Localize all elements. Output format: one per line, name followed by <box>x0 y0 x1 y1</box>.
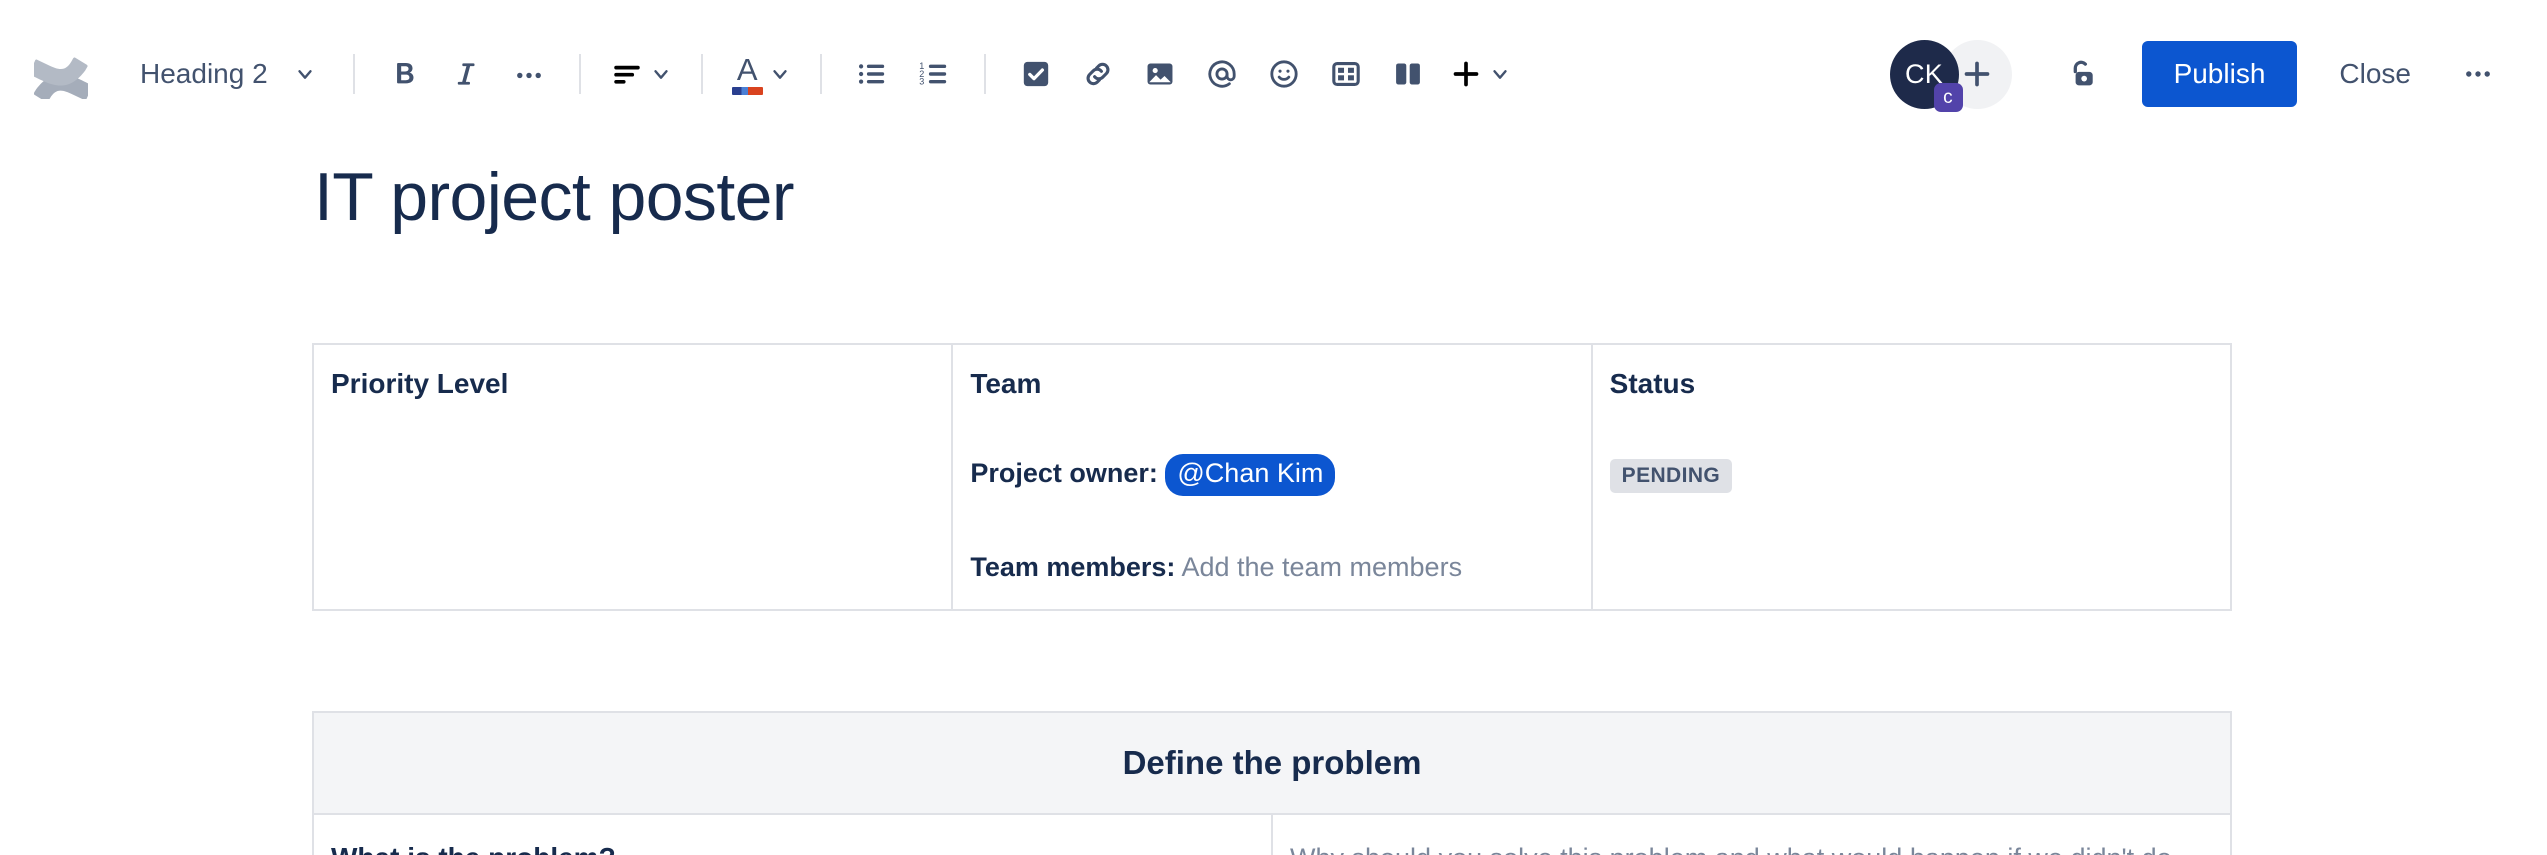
unlock-padlock-icon <box>2063 56 2099 92</box>
bold-button[interactable] <box>374 43 436 105</box>
text-color-icon: A <box>732 54 763 95</box>
italic-button[interactable] <box>436 43 498 105</box>
mention-chip[interactable]: @Chan Kim <box>1165 454 1335 496</box>
define-the-problem-table: Define the problem What is the problem? … <box>312 711 2232 855</box>
chevron-down-icon <box>650 63 672 85</box>
text-align-left-icon <box>610 57 644 91</box>
at-mention-icon <box>1205 57 1239 91</box>
question-cell[interactable]: What is the problem? <box>313 814 1272 855</box>
numbered-list-icon: 123 <box>917 57 951 91</box>
text-color-letter: A <box>737 54 758 85</box>
text-color-swatch <box>732 87 763 95</box>
svg-text:3: 3 <box>919 76 924 86</box>
bullet-list-button[interactable] <box>841 43 903 105</box>
publish-button[interactable]: Publish <box>2142 41 2298 107</box>
ellipsis-icon <box>2461 57 2495 91</box>
text-color-button[interactable]: A <box>722 43 801 105</box>
team-members-label: Team members: <box>970 552 1175 582</box>
block-type-select[interactable]: Heading 2 <box>122 43 330 105</box>
block-type-label: Heading 2 <box>140 60 268 88</box>
chevron-down-icon <box>1489 63 1511 85</box>
more-formatting-button[interactable] <box>498 43 560 105</box>
bold-icon <box>388 57 422 91</box>
table-row: Priority Level Team Project owner: @Chan… <box>313 344 2231 610</box>
status-heading: Status <box>1610 366 2213 402</box>
plus-icon <box>1449 57 1483 91</box>
link-icon <box>1081 57 1115 91</box>
chevron-down-icon <box>294 63 316 85</box>
mention-button[interactable] <box>1191 43 1253 105</box>
toolbar-group-lists: 123 <box>841 43 965 105</box>
toolbar-right-cluster: CK c Publish Close <box>1890 40 2509 109</box>
link-button[interactable] <box>1067 43 1129 105</box>
team-cell[interactable]: Team Project owner: @Chan Kim Team membe… <box>952 344 1591 610</box>
spacer-paragraph <box>970 402 1573 454</box>
status-badge[interactable]: PENDING <box>1610 459 1732 493</box>
page-restrictions-button[interactable] <box>2050 43 2112 105</box>
chevron-down-icon <box>769 63 791 85</box>
table-button[interactable] <box>1315 43 1377 105</box>
more-actions-button[interactable] <box>2447 43 2509 105</box>
emoji-button[interactable] <box>1253 43 1315 105</box>
two-column-layout-icon <box>1391 57 1425 91</box>
avatar[interactable]: CK c <box>1890 40 1959 109</box>
status-cell[interactable]: Status PENDING <box>1592 344 2231 610</box>
define-the-problem-header[interactable]: Define the problem <box>313 712 2231 814</box>
answer-cell[interactable]: Why should you solve this problem and wh… <box>1272 814 2231 855</box>
table-row: What is the problem? Why should you solv… <box>313 814 2231 855</box>
text-align-button[interactable] <box>600 43 682 105</box>
team-members-placeholder[interactable]: Add the team members <box>1181 552 1462 582</box>
image-button[interactable] <box>1129 43 1191 105</box>
confluence-product-badge: c <box>1934 83 1963 112</box>
image-icon <box>1143 57 1177 91</box>
toolbar-divider <box>579 54 581 94</box>
confluence-logo-icon[interactable] <box>28 41 94 107</box>
layout-button[interactable] <box>1377 43 1439 105</box>
toolbar-divider <box>984 54 986 94</box>
close-button[interactable]: Close <box>2313 41 2437 107</box>
priority-level-heading: Priority Level <box>331 366 934 402</box>
table-grid-icon <box>1329 57 1363 91</box>
team-members-line: Team members: Add the team members <box>970 548 1573 587</box>
priority-level-cell[interactable]: Priority Level <box>313 344 952 610</box>
toolbar-group-text-formatting <box>374 43 560 105</box>
editor-toolbar: Heading 2 A 123 <box>0 0 2547 148</box>
project-owner-label: Project owner: <box>970 458 1158 488</box>
question-label: What is the problem? <box>331 842 616 855</box>
bullet-list-icon <box>855 57 889 91</box>
toolbar-divider <box>353 54 355 94</box>
plus-icon <box>1960 57 1994 91</box>
toolbar-divider <box>820 54 822 94</box>
checkbox-checked-icon <box>1019 57 1053 91</box>
team-heading: Team <box>970 366 1573 402</box>
document-area: IT project poster Priority Level Team Pr… <box>0 160 2547 855</box>
insert-more-button[interactable] <box>1439 43 1521 105</box>
italic-icon <box>450 57 484 91</box>
collaborators: CK c <box>1890 40 2012 109</box>
toolbar-group-insert <box>1005 43 1521 105</box>
toolbar-divider <box>701 54 703 94</box>
answer-placeholder[interactable]: Why should you solve this problem and wh… <box>1290 843 2172 855</box>
project-owner-line: Project owner: @Chan Kim <box>970 454 1573 496</box>
page-title[interactable]: IT project poster <box>312 160 2232 235</box>
numbered-list-button[interactable]: 123 <box>903 43 965 105</box>
action-item-button[interactable] <box>1005 43 1067 105</box>
table-header-row: Define the problem <box>313 712 2231 814</box>
document-content: IT project poster Priority Level Team Pr… <box>312 160 2232 855</box>
ellipsis-icon <box>512 57 546 91</box>
project-summary-table: Priority Level Team Project owner: @Chan… <box>312 343 2232 611</box>
emoji-smiley-icon <box>1267 57 1301 91</box>
spacer-paragraph <box>1610 402 2213 454</box>
spacer-paragraph <box>970 496 1573 548</box>
